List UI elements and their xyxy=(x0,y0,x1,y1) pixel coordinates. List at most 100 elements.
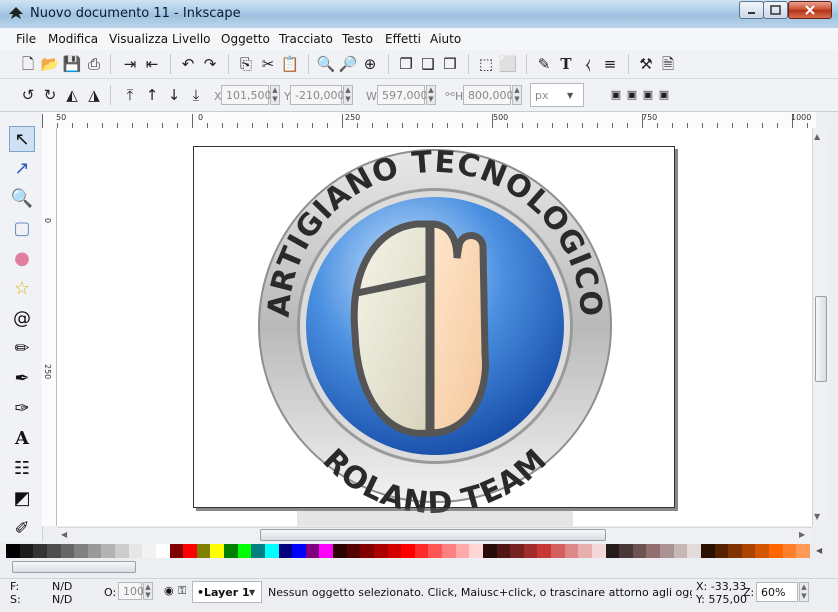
menu-visualizza[interactable]: Visualizza xyxy=(109,32,168,46)
color-swatch[interactable] xyxy=(183,544,198,558)
color-swatch[interactable] xyxy=(264,544,279,558)
color-swatch[interactable] xyxy=(74,544,89,558)
color-swatch[interactable] xyxy=(796,544,811,558)
zoom-tool-icon[interactable]: 🔍 xyxy=(9,186,35,212)
stroke-indicator[interactable]: N/D xyxy=(52,593,72,606)
pencil-tool-icon[interactable]: ✏ xyxy=(9,336,35,362)
menu-oggetto[interactable]: Oggetto xyxy=(221,32,270,46)
align-icon[interactable]: ≡ xyxy=(600,54,620,74)
color-swatch[interactable] xyxy=(646,544,661,558)
selector-tool-icon[interactable]: ↖ xyxy=(9,126,35,152)
color-swatch[interactable] xyxy=(401,544,416,558)
export-icon[interactable]: ⇤ xyxy=(142,54,162,74)
color-swatch[interactable] xyxy=(714,544,729,558)
color-swatch[interactable] xyxy=(60,544,75,558)
clone-icon[interactable]: ❑ xyxy=(418,54,438,74)
y-field[interactable]: -210,000 xyxy=(290,85,344,105)
color-swatch[interactable] xyxy=(591,544,606,558)
lower-icon[interactable]: ↓ xyxy=(164,85,184,105)
ungroup-icon[interactable]: ⬜ xyxy=(498,54,518,74)
eye-icon[interactable]: ◉ xyxy=(164,584,174,597)
zoom-drawing-icon[interactable]: 🔎 xyxy=(338,54,358,74)
color-swatch[interactable] xyxy=(169,544,184,558)
flip-horizontal-icon[interactable]: ◭ xyxy=(62,85,82,105)
color-swatch[interactable] xyxy=(210,544,225,558)
vertical-scroll-thumb[interactable] xyxy=(815,296,827,382)
palette-menu-icon[interactable]: ◀ xyxy=(816,546,822,555)
color-swatch[interactable] xyxy=(319,544,334,558)
color-swatch[interactable] xyxy=(673,544,688,558)
color-swatch[interactable] xyxy=(6,544,20,558)
color-swatch[interactable] xyxy=(360,544,375,558)
vertical-scrollbar[interactable]: ▲ ▼ xyxy=(812,128,829,526)
text-font-icon[interactable]: T xyxy=(556,54,576,74)
menu-tracciato[interactable]: Tracciato xyxy=(279,32,333,46)
menu-testo[interactable]: Testo xyxy=(342,32,373,46)
ellipse-tool-icon[interactable]: ● xyxy=(9,246,35,272)
opacity-spinner[interactable]: ▲ ▼ xyxy=(143,582,153,600)
copy-icon[interactable]: ⎘ xyxy=(236,54,256,74)
color-swatch[interactable] xyxy=(428,544,443,558)
connector-tool-icon[interactable]: ☷ xyxy=(9,456,35,482)
color-swatch[interactable] xyxy=(373,544,388,558)
lower-to-bottom-icon[interactable]: ⤓ xyxy=(186,85,206,105)
unlink-clone-icon[interactable]: ❒ xyxy=(440,54,460,74)
spiral-tool-icon[interactable]: @ xyxy=(9,306,35,332)
redo-icon[interactable]: ↷ xyxy=(200,54,220,74)
color-swatch[interactable] xyxy=(496,544,511,558)
color-swatch[interactable] xyxy=(687,544,702,558)
undo-icon[interactable]: ↶ xyxy=(178,54,198,74)
drawing-canvas[interactable]: ARTIGIANO TECNOLOGICO ROLAND TEAM xyxy=(57,128,812,526)
color-swatch[interactable] xyxy=(741,544,756,558)
preferences-icon[interactable]: ⚒ xyxy=(636,54,656,74)
horizontal-ruler[interactable]: 50 0 250 500 750 1000 xyxy=(42,112,816,129)
color-swatch[interactable] xyxy=(442,544,457,558)
color-swatch[interactable] xyxy=(523,544,538,558)
zoom-page-icon[interactable]: ⊕ xyxy=(360,54,380,74)
layer-select[interactable]: •Layer 1 ▼ xyxy=(192,581,262,603)
color-swatch[interactable] xyxy=(728,544,743,558)
cut-icon[interactable]: ✂ xyxy=(258,54,278,74)
color-swatch[interactable] xyxy=(414,544,429,558)
color-swatch[interactable] xyxy=(101,544,116,558)
x-field[interactable]: 101,500 xyxy=(221,85,272,105)
horizontal-scroll-thumb[interactable] xyxy=(260,529,606,541)
color-swatch[interactable] xyxy=(224,544,239,558)
x-spinner[interactable]: ▲ ▼ xyxy=(270,85,280,105)
minimize-button[interactable] xyxy=(739,1,764,19)
y-spinner[interactable]: ▲ ▼ xyxy=(343,85,353,105)
color-swatch[interactable] xyxy=(19,544,34,558)
unit-select[interactable]: px ▼ xyxy=(530,83,584,107)
color-swatch[interactable] xyxy=(455,544,470,558)
color-swatch[interactable] xyxy=(46,544,61,558)
color-swatch[interactable] xyxy=(755,544,770,558)
color-swatch[interactable] xyxy=(578,544,593,558)
color-swatch[interactable] xyxy=(482,544,497,558)
color-swatch[interactable] xyxy=(632,544,647,558)
color-swatch[interactable] xyxy=(251,544,266,558)
color-swatch[interactable] xyxy=(155,544,170,558)
paste-icon[interactable]: 📋 xyxy=(280,54,300,74)
w-field[interactable]: 597,000 xyxy=(377,85,428,105)
color-swatch[interactable] xyxy=(237,544,252,558)
zoom-spinner[interactable]: ▲ ▼ xyxy=(799,582,809,602)
text-tool-icon[interactable]: A xyxy=(9,426,35,452)
calligraphy-tool-icon[interactable]: ✑ xyxy=(9,396,35,422)
menu-livello[interactable]: Livello xyxy=(172,32,211,46)
new-document-icon[interactable]: 🗋 xyxy=(18,54,38,74)
color-swatch[interactable] xyxy=(469,544,484,558)
color-swatch[interactable] xyxy=(537,544,552,558)
color-swatch[interactable] xyxy=(292,544,307,558)
gradient-tool-icon[interactable]: ◩ xyxy=(9,486,35,512)
palette-scroll-thumb[interactable] xyxy=(12,561,136,573)
zoom-field[interactable]: 60% xyxy=(756,582,798,602)
rotate-cw-icon[interactable]: ↻ xyxy=(40,85,60,105)
color-swatch[interactable] xyxy=(305,544,320,558)
h-field[interactable]: 800,000 xyxy=(463,85,514,105)
maximize-button[interactable] xyxy=(763,1,788,19)
raise-icon[interactable]: ↑ xyxy=(142,85,162,105)
color-swatch[interactable] xyxy=(700,544,715,558)
color-swatch[interactable] xyxy=(510,544,525,558)
color-swatch[interactable] xyxy=(551,544,566,558)
import-icon[interactable]: ⇥ xyxy=(120,54,140,74)
